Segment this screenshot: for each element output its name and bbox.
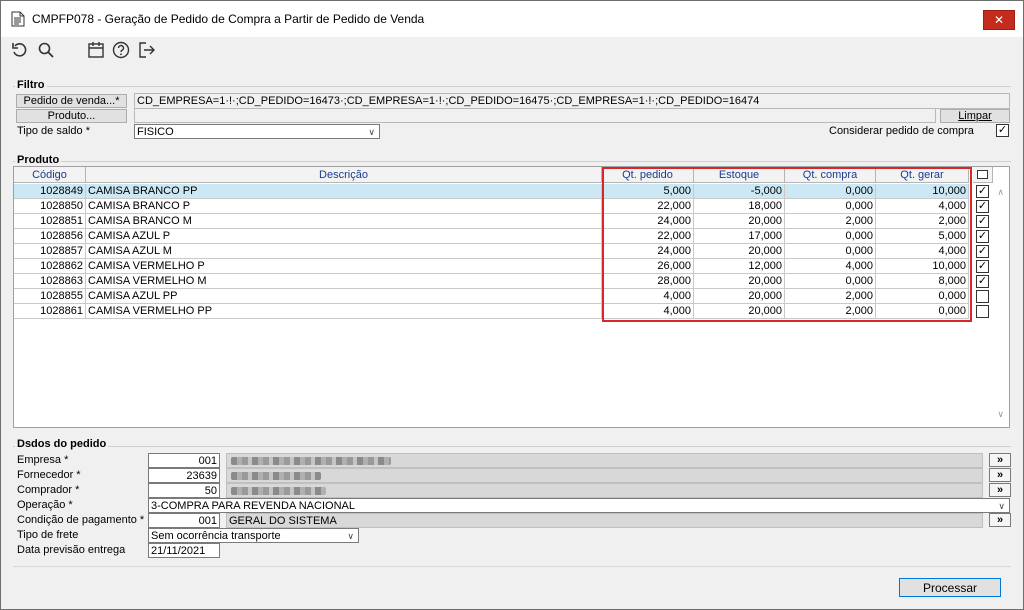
- fornecedor-code-field[interactable]: 23639: [148, 468, 220, 483]
- condicao-code-field[interactable]: 001: [148, 513, 220, 528]
- tipo-saldo-value: FISICO: [137, 125, 174, 138]
- document-icon: [11, 11, 25, 27]
- limpar-button[interactable]: Limpar: [940, 109, 1010, 123]
- col-header-check[interactable]: [973, 167, 993, 183]
- row-checkbox[interactable]: [976, 305, 989, 318]
- chevron-down-icon: ∨: [998, 501, 1005, 511]
- cell-descricao: CAMISA BRANCO M: [86, 214, 602, 229]
- calendar-icon[interactable]: [87, 41, 105, 59]
- row-checkbox[interactable]: ✓: [976, 260, 989, 273]
- row-checkbox[interactable]: ✓: [976, 185, 989, 198]
- frete-value: Sem ocorrência transporte: [151, 529, 281, 542]
- cell-descricao: CAMISA BRANCO PP: [86, 184, 602, 199]
- redacted-text: [231, 487, 326, 495]
- empresa-desc-field: [226, 453, 983, 468]
- dados-groupbox: [13, 446, 1011, 447]
- empresa-lookup-button[interactable]: »: [989, 453, 1011, 467]
- help-icon[interactable]: [112, 41, 130, 59]
- condicao-label: Condição de pagamento *: [17, 514, 145, 526]
- scroll-up-icon[interactable]: ∧: [997, 187, 1004, 198]
- cell-descricao: CAMISA VERMELHO P: [86, 259, 602, 274]
- fornecedor-desc-field: [226, 468, 983, 483]
- cell-descricao: CAMISA VERMELHO PP: [86, 304, 602, 319]
- tipo-saldo-select[interactable]: FISICO ∨: [134, 124, 380, 139]
- pedido-venda-field[interactable]: CD_EMPRESA=1·!·;CD_PEDIDO=16473·;CD_EMPR…: [134, 93, 1010, 109]
- redacted-text: [231, 472, 321, 480]
- cell-codigo: 1028849: [14, 184, 86, 199]
- filtro-groupbox: [13, 86, 1011, 87]
- main-window: CMPFP078 - Geração de Pedido de Compra a…: [0, 0, 1024, 610]
- select-all-checkbox[interactable]: [977, 170, 988, 179]
- window-title: CMPFP078 - Geração de Pedido de Compra a…: [32, 12, 425, 26]
- cell-codigo: 1028851: [14, 214, 86, 229]
- empresa-code-field[interactable]: 001: [148, 453, 220, 468]
- cell-codigo: 1028861: [14, 304, 86, 319]
- operacao-select[interactable]: 3-COMPRA PARA REVENDA NACIONAL ∨: [148, 498, 1010, 513]
- comprador-desc-field: [226, 483, 983, 498]
- empresa-label: Empresa *: [17, 454, 69, 466]
- col-header-codigo[interactable]: Código: [14, 167, 86, 183]
- col-header-descricao[interactable]: Descrição: [86, 167, 602, 183]
- search-icon[interactable]: [37, 41, 55, 59]
- undo-icon[interactable]: [11, 41, 29, 59]
- comprador-code-field[interactable]: 50: [148, 483, 220, 498]
- pedido-venda-button[interactable]: Pedido de venda...*: [16, 94, 127, 108]
- operacao-label: Operação *: [17, 499, 73, 511]
- tipo-saldo-label: Tipo de saldo *: [17, 125, 90, 137]
- previsao-date-field[interactable]: 21/11/2021: [148, 543, 220, 558]
- produto-field[interactable]: [134, 108, 936, 123]
- cell-descricao: CAMISA VERMELHO M: [86, 274, 602, 289]
- frete-label: Tipo de frete: [17, 529, 79, 541]
- produto-groupbox: [13, 161, 1011, 162]
- cell-codigo: 1028862: [14, 259, 86, 274]
- cell-codigo: 1028863: [14, 274, 86, 289]
- row-checkbox[interactable]: ✓: [976, 215, 989, 228]
- toolbar: [1, 37, 1023, 63]
- processar-button[interactable]: Processar: [899, 578, 1001, 597]
- comprador-lookup-button[interactable]: »: [989, 483, 1011, 497]
- cell-descricao: CAMISA AZUL P: [86, 229, 602, 244]
- frete-select[interactable]: Sem ocorrência transporte ∨: [148, 528, 359, 543]
- redacted-text: [231, 457, 391, 465]
- row-checkbox[interactable]: ✓: [976, 245, 989, 258]
- chevron-down-icon: ∨: [347, 531, 354, 541]
- dados-title: Dsdos do pedido: [15, 438, 109, 450]
- cell-codigo: 1028857: [14, 244, 86, 259]
- produto-title: Produto: [15, 154, 62, 166]
- filtro-title: Filtro: [15, 79, 47, 91]
- row-checkbox[interactable]: [976, 290, 989, 303]
- fornecedor-lookup-button[interactable]: »: [989, 468, 1011, 482]
- cell-descricao: CAMISA AZUL M: [86, 244, 602, 259]
- highlight-box: [602, 167, 972, 322]
- fornecedor-label: Fornecedor *: [17, 469, 81, 481]
- title-bar: CMPFP078 - Geração de Pedido de Compra a…: [1, 1, 1023, 37]
- chevron-down-icon: ∨: [368, 127, 375, 137]
- considerar-label: Considerar pedido de compra: [829, 125, 974, 137]
- previsao-label: Data previsão entrega: [17, 544, 126, 556]
- close-button[interactable]: ✕: [983, 10, 1015, 30]
- scroll-down-icon[interactable]: ∨: [997, 409, 1004, 420]
- condicao-desc-field: GERAL DO SISTEMA: [226, 513, 983, 528]
- cell-codigo: 1028856: [14, 229, 86, 244]
- operacao-value: 3-COMPRA PARA REVENDA NACIONAL: [151, 499, 355, 512]
- comprador-label: Comprador *: [17, 484, 80, 496]
- cell-descricao: CAMISA BRANCO P: [86, 199, 602, 214]
- row-checkbox[interactable]: ✓: [976, 200, 989, 213]
- row-checkbox[interactable]: ✓: [976, 230, 989, 243]
- condicao-lookup-button[interactable]: »: [989, 513, 1011, 527]
- row-checkbox[interactable]: ✓: [976, 275, 989, 288]
- produto-button[interactable]: Produto...: [16, 109, 127, 123]
- exit-icon[interactable]: [138, 41, 156, 59]
- cell-codigo: 1028850: [14, 199, 86, 214]
- cell-descricao: CAMISA AZUL PP: [86, 289, 602, 304]
- considerar-checkbox[interactable]: ✓: [996, 124, 1009, 137]
- footer-divider: [13, 566, 1011, 567]
- cell-codigo: 1028855: [14, 289, 86, 304]
